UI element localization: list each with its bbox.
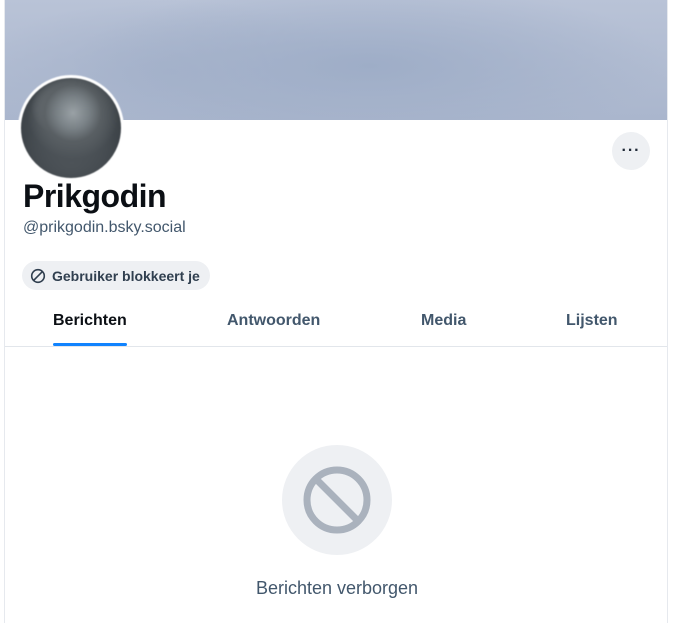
active-tab-indicator — [53, 343, 127, 346]
tab-label: Berichten — [53, 312, 127, 329]
empty-state-text: Berichten verborgen — [255, 578, 419, 598]
block-icon — [30, 268, 46, 284]
tab-lijsten[interactable]: Lijsten — [566, 296, 618, 346]
profile-handle: @prikgodin.bsky.social — [23, 219, 186, 236]
tab-label: Lijsten — [566, 312, 618, 329]
avatar[interactable] — [18, 75, 124, 181]
ellipsis-icon: ··· — [621, 142, 641, 159]
blocked-status-badge: Gebruiker blokkeert je — [22, 261, 210, 290]
tab-label: Antwoorden — [227, 312, 321, 329]
display-name: Prikgodin — [23, 178, 167, 214]
blocked-status-label: Gebruiker blokkeert je — [52, 267, 200, 284]
block-icon — [303, 466, 371, 534]
tab-media[interactable]: Media — [421, 296, 466, 346]
profile-page: ··· Prikgodin @prikgodin.bsky.social Geb… — [4, 0, 668, 623]
tab-berichten[interactable]: Berichten — [53, 296, 127, 346]
tab-antwoorden[interactable]: Antwoorden — [227, 296, 320, 346]
empty-state-icon-container — [282, 445, 392, 555]
more-options-button[interactable]: ··· — [612, 132, 650, 170]
tab-label: Media — [421, 312, 467, 329]
profile-tabs: Berichten Antwoorden Media Lijsten — [5, 296, 667, 347]
